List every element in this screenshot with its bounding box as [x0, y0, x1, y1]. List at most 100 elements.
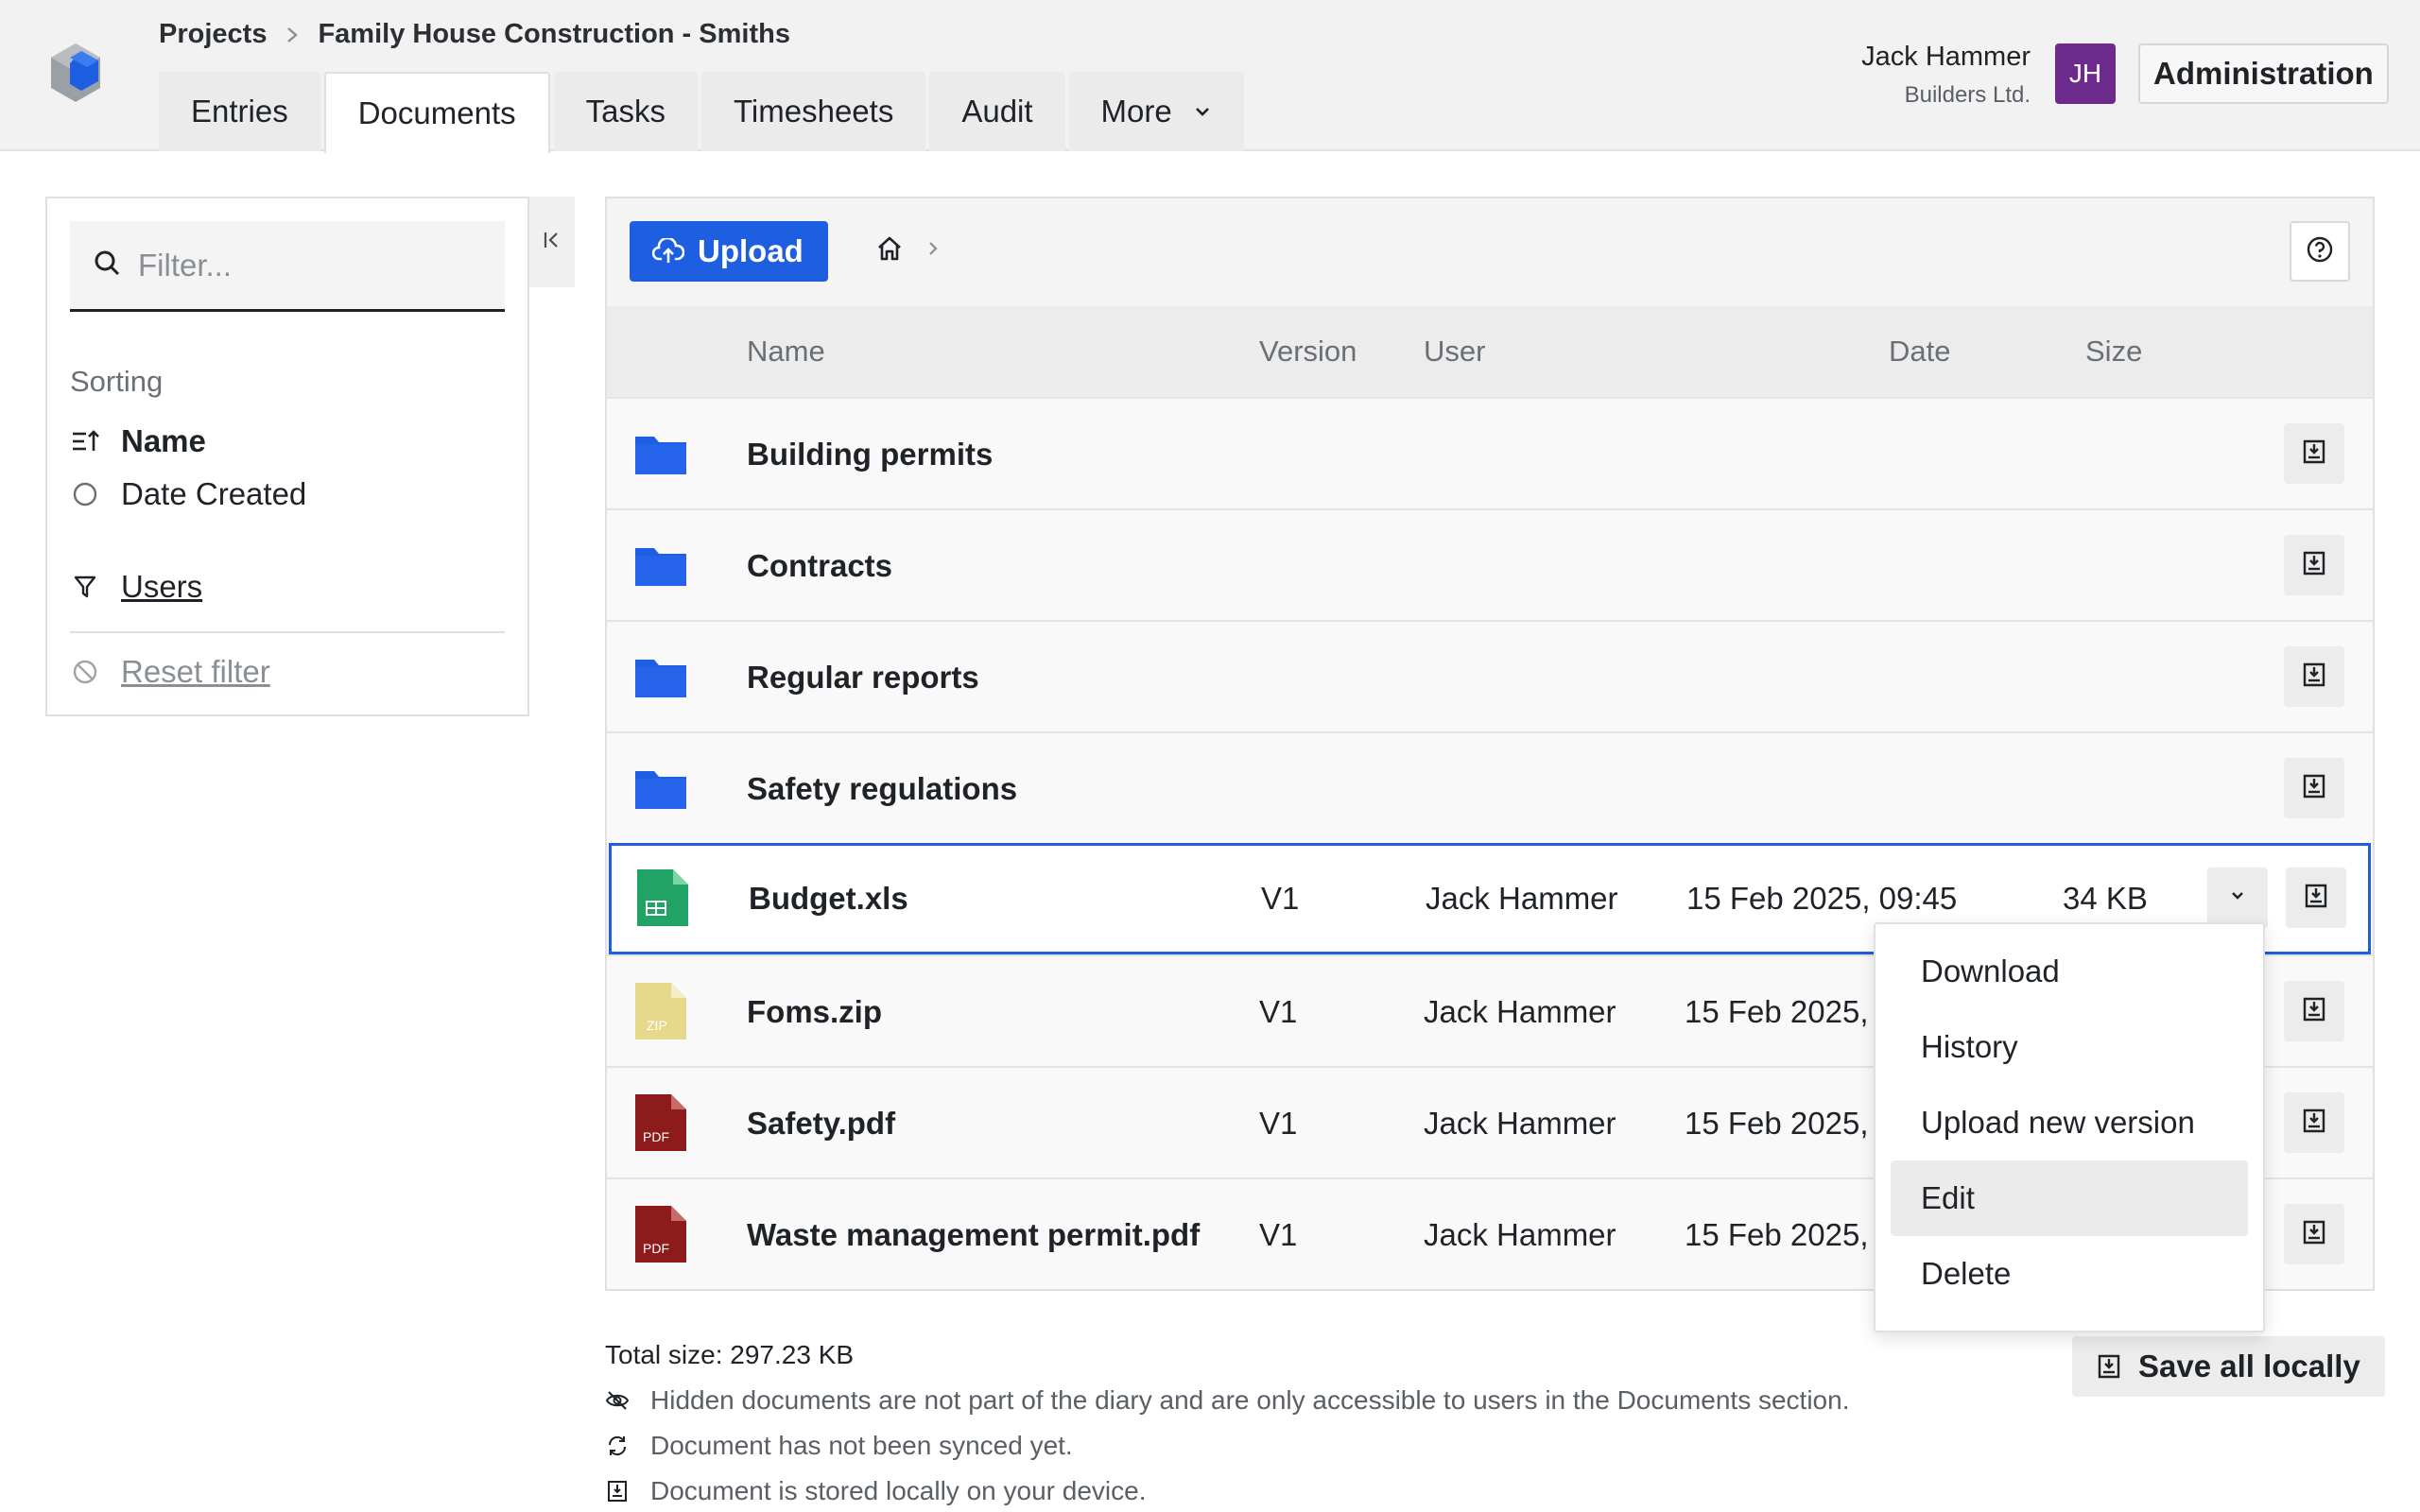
sort-option-name[interactable]: Name	[70, 423, 206, 459]
legend-not-synced: Document has not been synced yet.	[605, 1431, 1073, 1461]
user-company: Builders Ltd.	[1904, 82, 2031, 108]
folder-icon	[635, 548, 686, 586]
app-logo-icon[interactable]	[47, 42, 104, 104]
column-header-version[interactable]: Version	[1259, 335, 1357, 369]
chevron-right-icon	[285, 26, 299, 44]
menu-item-delete[interactable]: Delete	[1876, 1236, 2248, 1312]
menu-item-edit[interactable]: Edit	[1891, 1160, 2248, 1236]
save-local-icon	[2302, 438, 2326, 470]
zip-file-icon: ZIP	[635, 983, 686, 1040]
reset-filter-link[interactable]: Reset filter	[70, 654, 270, 690]
row-version: V1	[1259, 1106, 1298, 1141]
column-header-size[interactable]: Size	[2085, 335, 2142, 369]
column-header-name[interactable]: Name	[747, 335, 825, 369]
legend-text: Hidden documents are not part of the dia…	[650, 1385, 1850, 1415]
save-locally-button[interactable]	[2284, 535, 2344, 595]
tab-more[interactable]: More	[1068, 72, 1244, 151]
filter-input[interactable]: Filter...	[70, 221, 505, 312]
chevron-down-icon	[1193, 105, 1212, 118]
save-locally-button[interactable]	[2284, 423, 2344, 484]
filter-icon	[70, 574, 100, 600]
row-name[interactable]: Safety regulations	[747, 771, 1017, 807]
upload-button[interactable]: Upload	[630, 221, 828, 282]
row-date: 15 Feb 2025, (	[1685, 994, 1888, 1029]
column-header-user[interactable]: User	[1424, 335, 1485, 369]
row-user: Jack Hammer	[1424, 1106, 1616, 1141]
row-date: 15 Feb 2025, (	[1685, 1217, 1888, 1252]
save-local-icon	[2097, 1353, 2121, 1380]
save-locally-button[interactable]	[2284, 758, 2344, 818]
total-size: Total size: 297.23 KB	[605, 1340, 855, 1369]
row-actions-dropdown-button[interactable]	[2207, 868, 2268, 928]
row-name[interactable]: Contracts	[747, 548, 892, 584]
row-name[interactable]: Budget.xls	[749, 881, 908, 917]
avatar[interactable]: JH	[2055, 43, 2116, 104]
folder-icon	[635, 660, 686, 697]
folder-breadcrumb	[875, 234, 940, 267]
column-header-date[interactable]: Date	[1889, 335, 1950, 369]
row-user: Jack Hammer	[1426, 881, 1618, 916]
save-locally-button[interactable]	[2284, 646, 2344, 707]
tab-tasks[interactable]: Tasks	[553, 72, 698, 151]
save-all-locally-button[interactable]: Save all locally	[2072, 1336, 2385, 1397]
administration-button[interactable]: Administration	[2138, 43, 2389, 104]
row-name[interactable]: Regular reports	[747, 660, 979, 696]
table-row[interactable]: Building permits	[607, 397, 2373, 508]
save-local-icon	[2302, 662, 2326, 693]
folder-icon	[635, 771, 686, 809]
sort-option-label: Name	[121, 423, 206, 458]
row-version: V1	[1259, 1217, 1298, 1252]
table-row[interactable]: Regular reports	[607, 620, 2373, 731]
save-locally-button[interactable]	[2284, 1092, 2344, 1153]
spreadsheet-file-icon	[637, 869, 688, 926]
row-name[interactable]: Safety.pdf	[747, 1106, 895, 1142]
save-local-icon	[2302, 1219, 2326, 1250]
breadcrumb: Projects Family House Construction - Smi…	[159, 19, 790, 50]
eye-off-icon	[605, 1389, 630, 1412]
folder-icon	[635, 437, 686, 474]
save-locally-button[interactable]	[2284, 981, 2344, 1041]
zip-badge: ZIP	[647, 1018, 667, 1033]
menu-item-upload-new-version[interactable]: Upload new version	[1876, 1085, 2248, 1160]
table-row[interactable]: Safety regulations	[607, 731, 2373, 843]
users-label: Users	[121, 569, 203, 604]
users-filter-link[interactable]: Users	[70, 569, 202, 605]
breadcrumb-projects[interactable]: Projects	[159, 19, 267, 50]
table-row[interactable]: Contracts	[607, 508, 2373, 620]
menu-item-history[interactable]: History	[1876, 1009, 2248, 1085]
save-locally-button[interactable]	[2284, 1204, 2344, 1264]
save-local-icon	[2302, 550, 2326, 581]
save-locally-button[interactable]	[2286, 868, 2346, 928]
app-header: Projects Family House Construction - Smi…	[0, 0, 2420, 153]
tab-documents[interactable]: Documents	[323, 72, 550, 153]
home-icon[interactable]	[875, 234, 904, 267]
tab-label: Timesheets	[733, 94, 894, 129]
sort-option-label: Date Created	[121, 476, 307, 511]
tab-timesheets[interactable]: Timesheets	[700, 72, 926, 151]
pdf-file-icon: PDF	[635, 1094, 686, 1151]
menu-item-download[interactable]: Download	[1876, 934, 2248, 1009]
row-date: 15 Feb 2025, (	[1685, 1106, 1888, 1141]
user-info: Jack Hammer Builders Ltd.	[1861, 42, 2031, 109]
row-name[interactable]: Waste management permit.pdf	[747, 1217, 1200, 1253]
chevron-right-icon	[926, 239, 940, 263]
upload-label: Upload	[698, 233, 804, 268]
help-icon	[2306, 235, 2334, 268]
row-size: 34 KB	[2063, 881, 2148, 916]
row-version: V1	[1259, 994, 1298, 1029]
row-name[interactable]: Building permits	[747, 437, 993, 472]
tab-audit[interactable]: Audit	[929, 72, 1065, 151]
radio-icon	[70, 481, 100, 507]
reset-filter-label: Reset filter	[121, 654, 270, 689]
help-button[interactable]	[2290, 221, 2350, 282]
row-name[interactable]: Foms.zip	[747, 994, 882, 1030]
sort-option-date-created[interactable]: Date Created	[70, 476, 306, 512]
save-local-icon	[2302, 996, 2326, 1027]
tab-entries[interactable]: Entries	[159, 72, 320, 151]
divider	[70, 631, 505, 633]
collapse-sidebar-button[interactable]	[529, 197, 575, 287]
tab-label: Audit	[961, 94, 1033, 129]
tab-label: More	[1100, 94, 1172, 129]
row-actions-menu: Download History Upload new version Edit…	[1874, 922, 2265, 1332]
pdf-badge: PDF	[643, 1129, 669, 1144]
